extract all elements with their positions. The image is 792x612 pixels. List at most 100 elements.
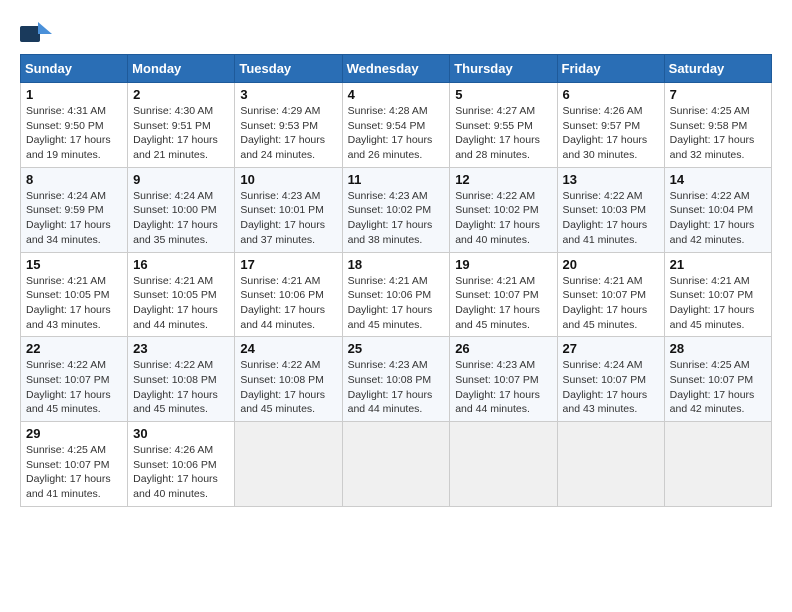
day-number: 28	[670, 341, 766, 356]
calendar-cell	[450, 422, 557, 507]
calendar-cell: 2 Sunrise: 4:30 AM Sunset: 9:51 PM Daylig…	[128, 83, 235, 168]
day-info: Sunrise: 4:21 AM Sunset: 10:07 PM Daylig…	[670, 274, 766, 333]
weekday-header: Wednesday	[342, 55, 450, 83]
day-info: Sunrise: 4:25 AM Sunset: 10:07 PM Daylig…	[26, 443, 122, 502]
day-number: 23	[133, 341, 229, 356]
calendar-week: 15 Sunrise: 4:21 AM Sunset: 10:05 PM Dayl…	[21, 252, 772, 337]
calendar-week: 1 Sunrise: 4:31 AM Sunset: 9:50 PM Daylig…	[21, 83, 772, 168]
day-info: Sunrise: 4:30 AM Sunset: 9:51 PM Dayligh…	[133, 104, 229, 163]
calendar-cell: 5 Sunrise: 4:27 AM Sunset: 9:55 PM Daylig…	[450, 83, 557, 168]
day-info: Sunrise: 4:24 AM Sunset: 10:07 PM Daylig…	[563, 358, 659, 417]
calendar-cell: 21 Sunrise: 4:21 AM Sunset: 10:07 PM Dayl…	[664, 252, 771, 337]
calendar-cell: 25Sunrise: 4:23 AM Sunset: 10:08 PM Dayl…	[342, 337, 450, 422]
calendar-cell: 3 Sunrise: 4:29 AM Sunset: 9:53 PM Daylig…	[235, 83, 342, 168]
weekday-header: Monday	[128, 55, 235, 83]
day-info: Sunrise: 4:22 AM Sunset: 10:03 PM Daylig…	[563, 189, 659, 248]
day-number: 29	[26, 426, 122, 441]
calendar-cell: 27Sunrise: 4:24 AM Sunset: 10:07 PM Dayl…	[557, 337, 664, 422]
calendar-cell: 22 Sunrise: 4:22 AM Sunset: 10:07 PM Dayl…	[21, 337, 128, 422]
calendar-cell	[557, 422, 664, 507]
day-info: Sunrise: 4:26 AM Sunset: 9:57 PM Dayligh…	[563, 104, 659, 163]
calendar-cell: 9Sunrise: 4:24 AM Sunset: 10:00 PM Dayli…	[128, 167, 235, 252]
day-info: Sunrise: 4:23 AM Sunset: 10:07 PM Daylig…	[455, 358, 551, 417]
day-number: 15	[26, 257, 122, 272]
day-number: 22	[26, 341, 122, 356]
calendar-header: SundayMondayTuesdayWednesdayThursdayFrid…	[21, 55, 772, 83]
day-info: Sunrise: 4:21 AM Sunset: 10:05 PM Daylig…	[133, 274, 229, 333]
day-info: Sunrise: 4:21 AM Sunset: 10:05 PM Daylig…	[26, 274, 122, 333]
day-info: Sunrise: 4:22 AM Sunset: 10:04 PM Daylig…	[670, 189, 766, 248]
calendar-cell: 26 Sunrise: 4:23 AM Sunset: 10:07 PM Dayl…	[450, 337, 557, 422]
weekday-header: Sunday	[21, 55, 128, 83]
calendar-cell: 30 Sunrise: 4:26 AM Sunset: 10:06 PM Dayl…	[128, 422, 235, 507]
day-number: 5	[455, 87, 551, 102]
day-number: 18	[348, 257, 445, 272]
calendar-cell: 23 Sunrise: 4:22 AM Sunset: 10:08 PM Dayl…	[128, 337, 235, 422]
logo	[20, 20, 58, 48]
day-info: Sunrise: 4:24 AM Sunset: 10:00 PM Daylig…	[133, 189, 229, 248]
day-number: 1	[26, 87, 122, 102]
logo-icon	[20, 20, 52, 48]
day-info: Sunrise: 4:22 AM Sunset: 10:07 PM Daylig…	[26, 358, 122, 417]
day-number: 14	[670, 172, 766, 187]
weekday-header: Saturday	[664, 55, 771, 83]
calendar-cell: 10 Sunrise: 4:23 AM Sunset: 10:01 PM Dayl…	[235, 167, 342, 252]
day-number: 25	[348, 341, 445, 356]
calendar-cell: 7 Sunrise: 4:25 AM Sunset: 9:58 PM Daylig…	[664, 83, 771, 168]
day-number: 16	[133, 257, 229, 272]
calendar-cell: 4Sunrise: 4:28 AM Sunset: 9:54 PM Daylig…	[342, 83, 450, 168]
day-info: Sunrise: 4:23 AM Sunset: 10:02 PM Daylig…	[348, 189, 445, 248]
day-info: Sunrise: 4:31 AM Sunset: 9:50 PM Dayligh…	[26, 104, 122, 163]
day-number: 4	[348, 87, 445, 102]
day-number: 12	[455, 172, 551, 187]
day-info: Sunrise: 4:21 AM Sunset: 10:07 PM Daylig…	[563, 274, 659, 333]
calendar-cell: 11 Sunrise: 4:23 AM Sunset: 10:02 PM Dayl…	[342, 167, 450, 252]
day-number: 8	[26, 172, 122, 187]
calendar-cell: 19Sunrise: 4:21 AM Sunset: 10:07 PM Dayl…	[450, 252, 557, 337]
day-number: 26	[455, 341, 551, 356]
calendar-cell: 13 Sunrise: 4:22 AM Sunset: 10:03 PM Dayl…	[557, 167, 664, 252]
day-number: 3	[240, 87, 336, 102]
weekday-header: Friday	[557, 55, 664, 83]
day-number: 10	[240, 172, 336, 187]
page-header	[20, 20, 772, 48]
calendar-week: 22 Sunrise: 4:22 AM Sunset: 10:07 PM Dayl…	[21, 337, 772, 422]
calendar-cell	[664, 422, 771, 507]
calendar-cell: 6 Sunrise: 4:26 AM Sunset: 9:57 PM Daylig…	[557, 83, 664, 168]
calendar: SundayMondayTuesdayWednesdayThursdayFrid…	[20, 54, 772, 507]
day-number: 11	[348, 172, 445, 187]
day-info: Sunrise: 4:21 AM Sunset: 10:06 PM Daylig…	[348, 274, 445, 333]
weekday-header: Tuesday	[235, 55, 342, 83]
day-info: Sunrise: 4:23 AM Sunset: 10:01 PM Daylig…	[240, 189, 336, 248]
day-number: 17	[240, 257, 336, 272]
day-number: 2	[133, 87, 229, 102]
day-number: 19	[455, 257, 551, 272]
day-info: Sunrise: 4:26 AM Sunset: 10:06 PM Daylig…	[133, 443, 229, 502]
calendar-cell: 28 Sunrise: 4:25 AM Sunset: 10:07 PM Dayl…	[664, 337, 771, 422]
day-info: Sunrise: 4:22 AM Sunset: 10:02 PM Daylig…	[455, 189, 551, 248]
calendar-cell: 18 Sunrise: 4:21 AM Sunset: 10:06 PM Dayl…	[342, 252, 450, 337]
calendar-cell: 20Sunrise: 4:21 AM Sunset: 10:07 PM Dayl…	[557, 252, 664, 337]
day-number: 13	[563, 172, 659, 187]
day-info: Sunrise: 4:21 AM Sunset: 10:06 PM Daylig…	[240, 274, 336, 333]
calendar-cell: 8Sunrise: 4:24 AM Sunset: 9:59 PM Daylig…	[21, 167, 128, 252]
calendar-cell: 16 Sunrise: 4:21 AM Sunset: 10:05 PM Dayl…	[128, 252, 235, 337]
day-info: Sunrise: 4:29 AM Sunset: 9:53 PM Dayligh…	[240, 104, 336, 163]
calendar-cell: 17 Sunrise: 4:21 AM Sunset: 10:06 PM Dayl…	[235, 252, 342, 337]
day-number: 6	[563, 87, 659, 102]
day-info: Sunrise: 4:25 AM Sunset: 10:07 PM Daylig…	[670, 358, 766, 417]
calendar-cell: 15 Sunrise: 4:21 AM Sunset: 10:05 PM Dayl…	[21, 252, 128, 337]
day-info: Sunrise: 4:22 AM Sunset: 10:08 PM Daylig…	[133, 358, 229, 417]
day-info: Sunrise: 4:25 AM Sunset: 9:58 PM Dayligh…	[670, 104, 766, 163]
calendar-cell: 24 Sunrise: 4:22 AM Sunset: 10:08 PM Dayl…	[235, 337, 342, 422]
day-info: Sunrise: 4:22 AM Sunset: 10:08 PM Daylig…	[240, 358, 336, 417]
calendar-cell	[342, 422, 450, 507]
day-number: 7	[670, 87, 766, 102]
calendar-cell: 1 Sunrise: 4:31 AM Sunset: 9:50 PM Daylig…	[21, 83, 128, 168]
day-number: 24	[240, 341, 336, 356]
day-info: Sunrise: 4:27 AM Sunset: 9:55 PM Dayligh…	[455, 104, 551, 163]
day-number: 21	[670, 257, 766, 272]
day-number: 30	[133, 426, 229, 441]
weekday-header: Thursday	[450, 55, 557, 83]
calendar-cell: 29 Sunrise: 4:25 AM Sunset: 10:07 PM Dayl…	[21, 422, 128, 507]
